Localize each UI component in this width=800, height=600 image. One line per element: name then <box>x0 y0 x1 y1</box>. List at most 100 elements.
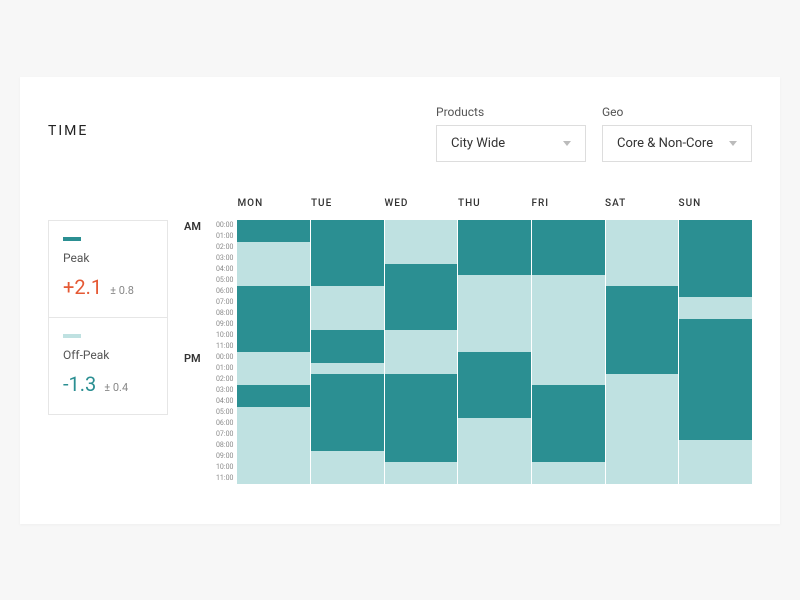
heatmap-cell <box>679 242 752 253</box>
heatmap-cell <box>311 385 384 396</box>
heatmap-cell <box>311 330 384 341</box>
heatmap-cell <box>385 473 458 484</box>
heatmap-cell <box>679 231 752 242</box>
heatmap-cell <box>606 407 679 418</box>
day-column <box>311 220 384 484</box>
heatmap-cell <box>532 253 605 264</box>
heatmap-cell <box>311 319 384 330</box>
hour-tick: 00:00 <box>216 220 233 231</box>
heatmap-cell <box>385 297 458 308</box>
hour-tick: 09:00 <box>216 319 233 330</box>
heatmap-cell <box>237 330 310 341</box>
hour-tick: 05:00 <box>216 407 233 418</box>
heatmap-cell <box>237 275 310 286</box>
heatmap-cell <box>237 264 310 275</box>
legend-offpeak-label: Off-Peak <box>63 348 153 362</box>
period-am-label: AM <box>184 220 212 352</box>
heatmap-cell <box>606 242 679 253</box>
legend-peak: Peak +2.1 ± 0.8 <box>49 221 167 317</box>
heatmap-cell <box>458 473 531 484</box>
heatmap-cell <box>311 473 384 484</box>
heatmap-cell <box>237 440 310 451</box>
hour-tick: 10:00 <box>216 462 233 473</box>
heatmap-cell <box>311 352 384 363</box>
chevron-down-icon <box>563 141 571 146</box>
hour-tick: 11:00 <box>216 473 233 484</box>
heatmap-cell <box>385 286 458 297</box>
legend-offpeak-value: -1.3 <box>63 372 96 396</box>
heatmap-cell <box>458 374 531 385</box>
heatmap-cell <box>458 242 531 253</box>
heatmap-cell <box>385 374 458 385</box>
heatmap-cell <box>311 418 384 429</box>
heatmap-cell <box>311 374 384 385</box>
heatmap-cell <box>385 407 458 418</box>
hour-tick: 00:00 <box>216 352 233 363</box>
hour-ticks: 00:0001:0002:0003:0004:0005:0006:0007:00… <box>216 220 233 484</box>
heatmap-cell <box>237 462 310 473</box>
heatmap-cell <box>532 297 605 308</box>
day-column <box>237 220 310 484</box>
heatmap-cell <box>606 275 679 286</box>
hour-tick: 05:00 <box>216 275 233 286</box>
hour-tick: 08:00 <box>216 440 233 451</box>
heatmap-cell <box>458 275 531 286</box>
heatmap-cell <box>385 242 458 253</box>
heatmap: AM PM 00:0001:0002:0003:0004:0005:0006:0… <box>184 198 752 484</box>
hour-tick: 07:00 <box>216 429 233 440</box>
heatmap-columns <box>237 220 752 484</box>
heatmap-cell <box>237 341 310 352</box>
heatmap-cell <box>458 418 531 429</box>
heatmap-cell <box>606 253 679 264</box>
main: Peak +2.1 ± 0.8 Off-Peak -1.3 ± 0.4 AM P… <box>48 198 752 484</box>
heatmap-cell <box>385 341 458 352</box>
heatmap-cell <box>532 385 605 396</box>
heatmap-cell <box>237 429 310 440</box>
day-headers: MONTUEWEDTHUFRISATSUN <box>237 198 752 220</box>
day-header: SUN <box>679 198 753 220</box>
heatmap-cell <box>532 330 605 341</box>
legend-peak-delta: ± 0.8 <box>110 284 134 297</box>
heatmap-cell <box>606 451 679 462</box>
heatmap-cell <box>458 231 531 242</box>
heatmap-cell <box>458 253 531 264</box>
heatmap-cell <box>237 297 310 308</box>
heatmap-cell <box>679 407 752 418</box>
heatmap-cell <box>458 407 531 418</box>
filter-products-select[interactable]: City Wide <box>436 125 586 162</box>
heatmap-cell <box>385 385 458 396</box>
heatmap-cell <box>532 275 605 286</box>
heatmap-cell <box>679 253 752 264</box>
heatmap-cell <box>458 429 531 440</box>
hour-tick: 01:00 <box>216 231 233 242</box>
heatmap-cell <box>237 396 310 407</box>
heatmap-cell <box>237 286 310 297</box>
heatmap-cell <box>679 308 752 319</box>
heatmap-cell <box>311 462 384 473</box>
heatmap-cell <box>311 275 384 286</box>
heatmap-cell <box>606 341 679 352</box>
heatmap-cell <box>458 451 531 462</box>
heatmap-cell <box>679 429 752 440</box>
heatmap-cell <box>458 440 531 451</box>
heatmap-cell <box>311 440 384 451</box>
heatmap-cell <box>679 275 752 286</box>
heatmap-cell <box>385 330 458 341</box>
heatmap-cell <box>532 462 605 473</box>
hour-tick: 01:00 <box>216 363 233 374</box>
hour-tick: 08:00 <box>216 308 233 319</box>
heatmap-cell <box>311 363 384 374</box>
heatmap-cell <box>606 231 679 242</box>
heatmap-cell <box>237 363 310 374</box>
filter-geo-value: Core & Non-Core <box>617 136 713 151</box>
heatmap-cell <box>311 341 384 352</box>
day-column <box>532 220 605 484</box>
day-header: MON <box>237 198 311 220</box>
heatmap-cell <box>458 286 531 297</box>
heatmap-cell <box>311 396 384 407</box>
heatmap-cell <box>606 286 679 297</box>
heatmap-cell <box>532 220 605 231</box>
hour-tick: 02:00 <box>216 374 233 385</box>
heatmap-cell <box>532 352 605 363</box>
filter-geo-select[interactable]: Core & Non-Core <box>602 125 752 162</box>
